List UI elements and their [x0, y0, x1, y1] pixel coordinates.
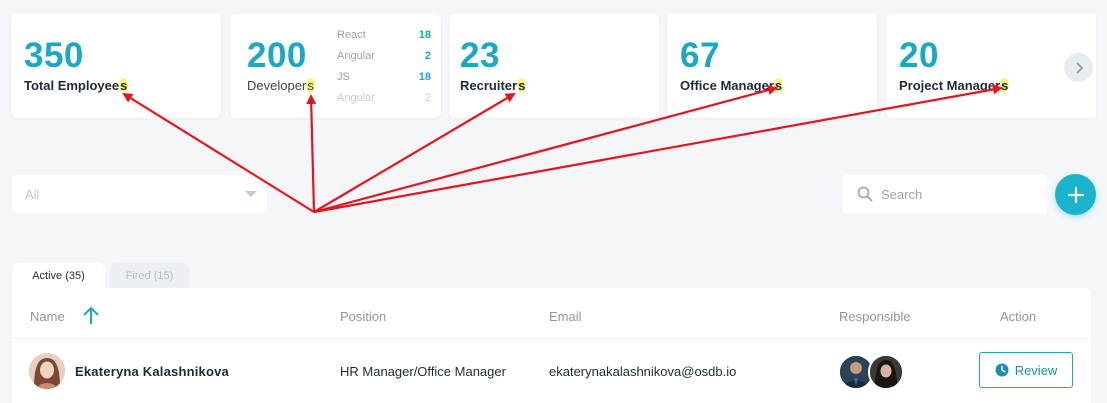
column-header-position[interactable]: Position	[340, 309, 386, 324]
review-button-label: Review	[1014, 362, 1058, 378]
stat-label: Developers	[247, 78, 315, 93]
list-item: JS 18	[337, 71, 431, 83]
stat-card-total-employees: 350 Total Employees	[11, 14, 221, 118]
employee-position: HR Manager/Office Manager	[340, 364, 506, 379]
stat-label: Total Employees	[24, 78, 129, 93]
chevron-right-icon	[1075, 61, 1083, 74]
column-header-name[interactable]: Name	[30, 309, 65, 324]
clock-icon	[995, 363, 1009, 377]
search-icon	[857, 186, 873, 202]
next-cards-button[interactable]	[1064, 53, 1093, 82]
stat-card-developers: 200 Developers React 18 Angular 2 JS 18 Ang…	[230, 14, 441, 118]
stat-value: 200	[247, 36, 307, 75]
column-header-action: Action	[1000, 309, 1037, 324]
stat-card-recruiters: 23 Recruiters	[449, 14, 659, 118]
stat-value: 67	[680, 36, 720, 75]
table-row[interactable]: Ekateryna Kalashnikova HR Manager/Office…	[12, 339, 1091, 399]
tab-fired[interactable]: Fired (15)	[110, 263, 189, 289]
column-header-responsible[interactable]: Responsible	[839, 309, 911, 324]
stat-card-office-managers: 67 Office Managers	[667, 14, 877, 118]
employee-name[interactable]: Ekateryna Kalashnikova	[75, 364, 229, 379]
add-employee-button[interactable]	[1055, 174, 1096, 215]
search-input[interactable]	[881, 184, 1031, 204]
search-box[interactable]	[843, 175, 1047, 214]
plus-icon	[1067, 186, 1084, 203]
employee-email: ekaterynakalashnikova@osdb.io	[549, 364, 737, 379]
stat-value: 23	[460, 36, 500, 75]
stat-label: Office Managers	[680, 78, 784, 93]
list-item: Angular 2	[337, 50, 431, 62]
sort-ascending-icon[interactable]	[82, 305, 100, 325]
stat-label: Project Managers	[899, 78, 1010, 93]
caret-down-icon	[245, 191, 257, 197]
responsible-avatar	[868, 354, 904, 390]
list-item: Angular 2	[337, 92, 431, 104]
developer-breakdown-list[interactable]: React 18 Angular 2 JS 18 Angular 2	[337, 28, 431, 112]
tab-active[interactable]: Active (35)	[12, 263, 105, 289]
review-button[interactable]: Review	[979, 352, 1073, 388]
stat-value: 350	[24, 36, 84, 75]
stat-value: 20	[899, 36, 939, 75]
avatar	[29, 353, 65, 389]
filter-select-value: All	[25, 187, 40, 202]
employees-table: Name Position Email Responsible Action E…	[12, 288, 1091, 403]
list-item: React 18	[337, 29, 431, 41]
stat-label: Recruiters	[460, 78, 527, 93]
filter-select[interactable]: All	[12, 175, 267, 213]
column-header-email[interactable]: Email	[549, 309, 582, 324]
